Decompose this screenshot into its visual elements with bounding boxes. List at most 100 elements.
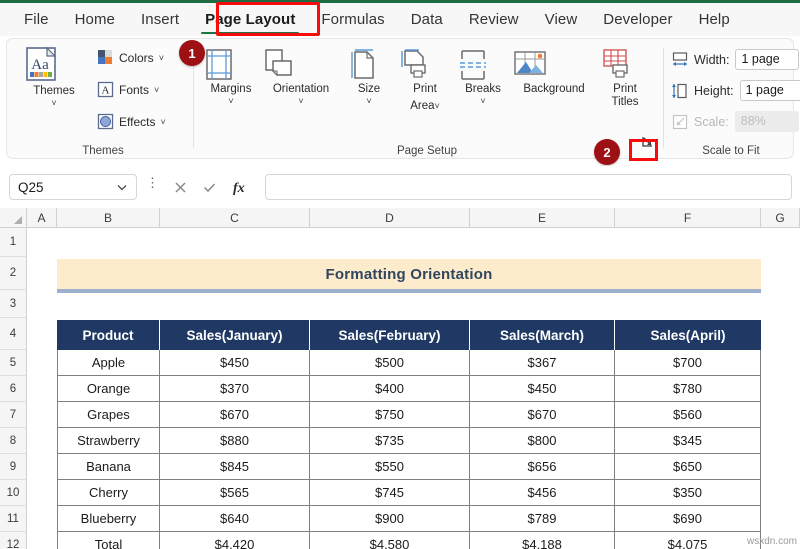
table-cell[interactable]: $450	[470, 376, 615, 402]
table-cell[interactable]: $690	[615, 506, 761, 532]
page-setup-dialog-launcher[interactable]	[640, 134, 655, 149]
theme-colors-button[interactable]: Colors ˅	[97, 49, 164, 66]
tab-review[interactable]: Review	[456, 3, 532, 36]
table-header-cell[interactable]: Sales(January)	[160, 320, 310, 350]
table-cell[interactable]: $370	[160, 376, 310, 402]
print-area-button[interactable]: Print Area˅	[395, 47, 455, 114]
row-header-3[interactable]: 3	[0, 290, 27, 318]
size-button[interactable]: Size ˅	[343, 47, 395, 106]
cancel-entry-icon[interactable]	[173, 180, 188, 195]
orientation-button[interactable]: Orientation ˅	[261, 47, 341, 106]
select-all-corner[interactable]	[0, 208, 27, 228]
theme-fonts-button[interactable]: A Fonts ˅	[97, 81, 159, 98]
table-cell[interactable]: $4,188	[470, 532, 615, 549]
row-header-4[interactable]: 4	[0, 318, 27, 350]
tab-formulas[interactable]: Formulas	[308, 3, 397, 36]
column-header-d[interactable]: D	[310, 208, 470, 228]
column-header-c[interactable]: C	[160, 208, 310, 228]
table-cell[interactable]: $4,580	[310, 532, 470, 549]
row-header-2[interactable]: 2	[0, 257, 27, 290]
row-header-10[interactable]: 10	[0, 480, 27, 506]
table-cell[interactable]: $565	[160, 480, 310, 506]
theme-effects-chevron-down-icon[interactable]: ˅	[160, 117, 165, 127]
scale-width-input[interactable]: 1 page	[735, 49, 799, 70]
row-header-7[interactable]: 7	[0, 402, 27, 428]
row-header-12[interactable]: 12	[0, 532, 27, 549]
table-cell[interactable]: $800	[470, 428, 615, 454]
themes-button[interactable]: Aa Themes ˅	[21, 45, 87, 108]
column-header-e[interactable]: E	[470, 208, 615, 228]
table-cell[interactable]: $880	[160, 428, 310, 454]
table-cell[interactable]: $450	[160, 350, 310, 376]
row-header-8[interactable]: 8	[0, 428, 27, 454]
tab-data[interactable]: Data	[398, 3, 456, 36]
table-cell[interactable]: $745	[310, 480, 470, 506]
background-button[interactable]: Background	[511, 47, 597, 96]
table-cell[interactable]: $735	[310, 428, 470, 454]
table-cell[interactable]: $670	[470, 402, 615, 428]
margins-button[interactable]: Margins ˅	[201, 47, 261, 106]
confirm-entry-icon[interactable]	[202, 180, 217, 195]
table-cell[interactable]: Banana	[57, 454, 160, 480]
print-area-chevron-down-icon[interactable]: ˅	[435, 101, 440, 111]
name-box-chevron-down-icon[interactable]	[116, 181, 128, 193]
table-cell[interactable]: Cherry	[57, 480, 160, 506]
table-header-cell[interactable]: Sales(April)	[615, 320, 761, 350]
tab-view[interactable]: View	[532, 3, 591, 36]
theme-colors-chevron-down-icon[interactable]: ˅	[159, 53, 164, 63]
row-header-1[interactable]: 1	[0, 228, 27, 257]
table-cell[interactable]: $845	[160, 454, 310, 480]
table-header-cell[interactable]: Product	[57, 320, 160, 350]
column-header-f[interactable]: F	[615, 208, 761, 228]
scale-height-input[interactable]: 1 page	[740, 80, 800, 101]
row-header-11[interactable]: 11	[0, 506, 27, 532]
table-cell[interactable]: $670	[160, 402, 310, 428]
theme-effects-button[interactable]: Effects ˅	[97, 113, 166, 130]
row-header-5[interactable]: 5	[0, 350, 27, 376]
table-cell[interactable]: Strawberry	[57, 428, 160, 454]
themes-chevron-down-icon[interactable]: ˅	[21, 98, 87, 108]
formula-input[interactable]	[265, 174, 792, 200]
formula-bar-more-icon[interactable]: ⋮	[146, 179, 159, 187]
table-cell[interactable]: $650	[615, 454, 761, 480]
table-cell[interactable]: $780	[615, 376, 761, 402]
table-cell[interactable]: $900	[310, 506, 470, 532]
insert-function-icon[interactable]: fx	[231, 179, 249, 196]
margins-chevron-down-icon[interactable]: ˅	[201, 96, 261, 106]
table-cell[interactable]: $750	[310, 402, 470, 428]
table-cell[interactable]: $4,075	[615, 532, 761, 549]
sheet-title-cell[interactable]: Formatting Orientation	[57, 259, 761, 289]
tab-help[interactable]: Help	[686, 3, 743, 36]
table-cell[interactable]: $789	[470, 506, 615, 532]
table-cell[interactable]: $345	[615, 428, 761, 454]
breaks-chevron-down-icon[interactable]: ˅	[455, 96, 511, 106]
table-cell[interactable]: $500	[310, 350, 470, 376]
table-cell[interactable]: $700	[615, 350, 761, 376]
table-cell[interactable]: Total	[57, 532, 160, 549]
table-cell[interactable]: Apple	[57, 350, 160, 376]
table-cell[interactable]: $4,420	[160, 532, 310, 549]
theme-fonts-chevron-down-icon[interactable]: ˅	[154, 85, 159, 95]
table-cell[interactable]: $640	[160, 506, 310, 532]
table-cell[interactable]: $560	[615, 402, 761, 428]
row-header-9[interactable]: 9	[0, 454, 27, 480]
table-cell[interactable]: Grapes	[57, 402, 160, 428]
tab-file[interactable]: File	[11, 3, 62, 36]
table-cell[interactable]: $456	[470, 480, 615, 506]
table-cell[interactable]: $367	[470, 350, 615, 376]
table-cell[interactable]: $400	[310, 376, 470, 402]
table-cell[interactable]: $350	[615, 480, 761, 506]
size-chevron-down-icon[interactable]: ˅	[343, 96, 395, 106]
breaks-button[interactable]: Breaks ˅	[455, 47, 511, 106]
column-header-g[interactable]: G	[761, 208, 800, 228]
table-cell[interactable]: $656	[470, 454, 615, 480]
table-cell[interactable]: Blueberry	[57, 506, 160, 532]
table-cell[interactable]: $550	[310, 454, 470, 480]
orientation-chevron-down-icon[interactable]: ˅	[261, 96, 341, 106]
name-box[interactable]: Q25	[9, 174, 137, 200]
tab-page-layout[interactable]: Page Layout	[192, 3, 308, 36]
table-header-cell[interactable]: Sales(February)	[310, 320, 470, 350]
print-titles-button[interactable]: Print Titles	[597, 47, 653, 109]
table-header-cell[interactable]: Sales(March)	[470, 320, 615, 350]
tab-insert[interactable]: Insert	[128, 3, 192, 36]
